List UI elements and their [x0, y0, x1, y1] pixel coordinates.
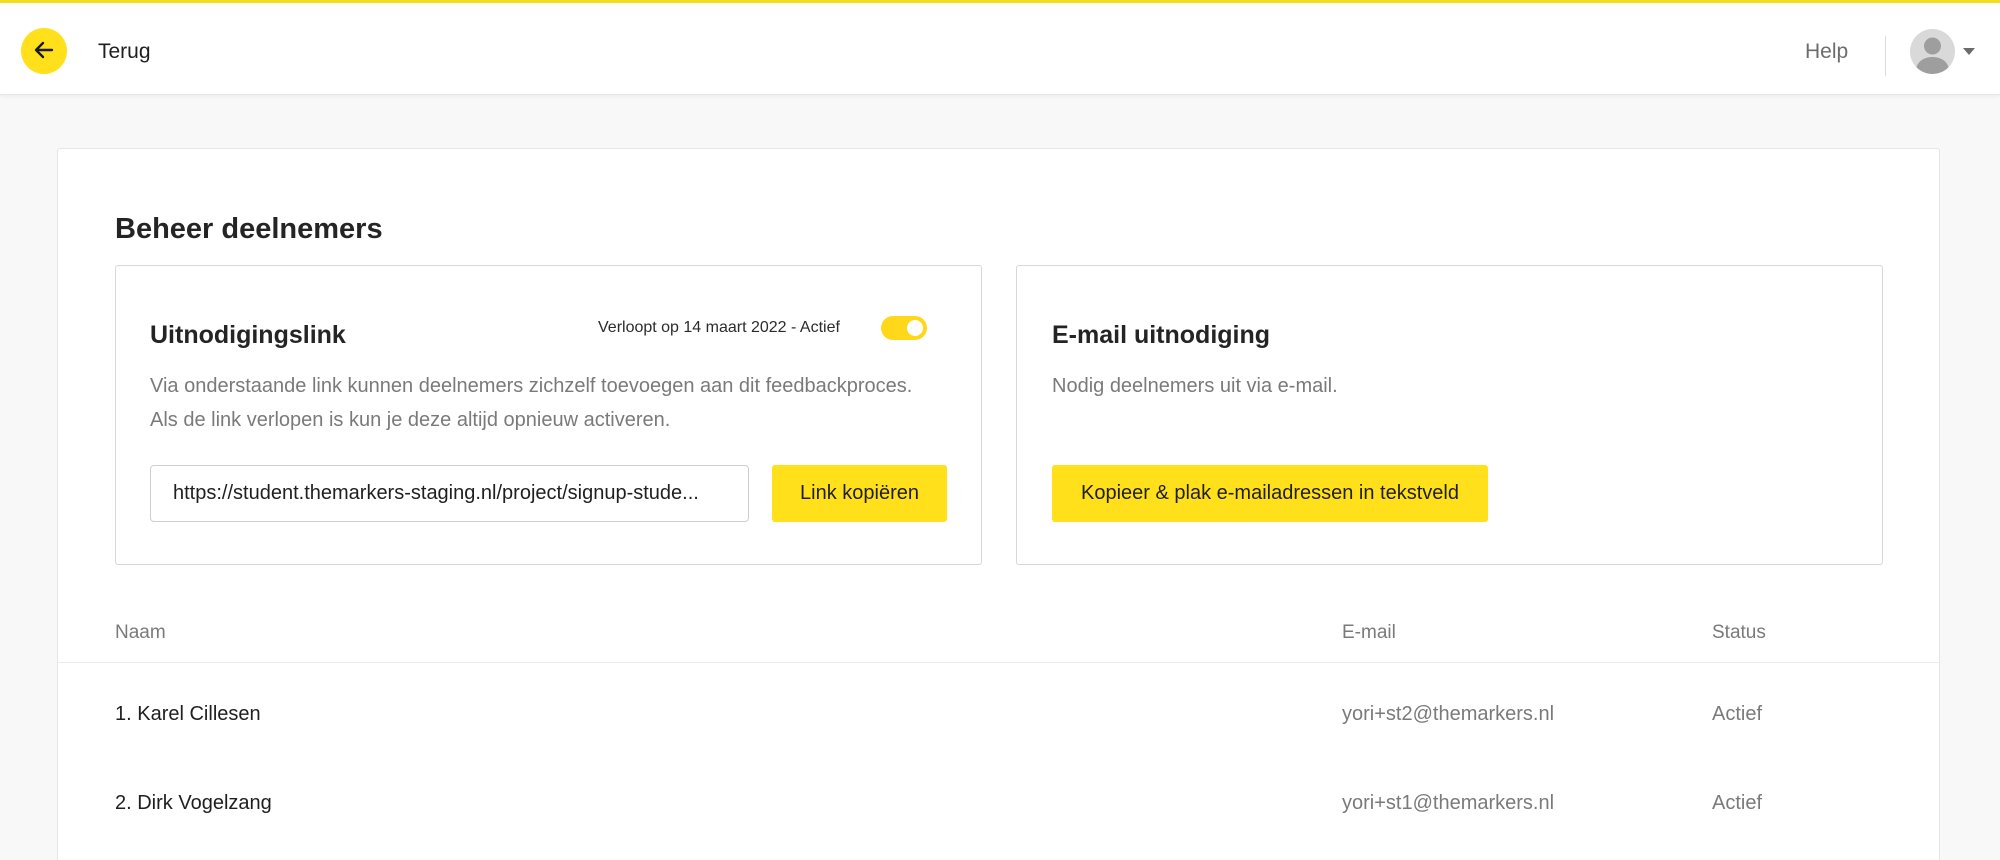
- participant-email: yori+st1@themarkers.nl: [1342, 792, 1555, 814]
- invite-link-description-2: Als de link verlopen is kun je deze alti…: [150, 409, 671, 431]
- column-header-email[interactable]: E-mail: [1342, 622, 1396, 644]
- copy-link-button[interactable]: Link kopiëren: [772, 465, 947, 522]
- chevron-down-icon[interactable]: [1963, 48, 1975, 55]
- paste-emails-button[interactable]: Kopieer & plak e-mailadressen in tekstve…: [1052, 465, 1488, 522]
- invite-url-field[interactable]: https://student.themarkers-staging.nl/pr…: [150, 465, 749, 522]
- user-avatar-icon[interactable]: [1910, 29, 1955, 74]
- participant-name: 1. Karel Cillesen: [115, 703, 261, 725]
- back-button[interactable]: [21, 28, 67, 74]
- back-label[interactable]: Terug: [98, 40, 151, 64]
- column-header-name[interactable]: Naam: [115, 622, 166, 644]
- invite-link-description-1: Via onderstaande link kunnen deelnemers …: [150, 375, 913, 397]
- invite-link-title: Uitnodigingslink: [150, 321, 346, 349]
- help-link[interactable]: Help: [1805, 40, 1848, 64]
- participant-status: Actief: [1712, 792, 1763, 814]
- email-invite-description: Nodig deelnemers uit via e-mail.: [1052, 375, 1338, 397]
- link-expiry-status: Verloopt op 14 maart 2022 - Actief: [598, 319, 840, 336]
- table-header-divider: [58, 662, 1939, 663]
- column-header-status[interactable]: Status: [1712, 622, 1766, 644]
- email-invite-title: E-mail uitnodiging: [1052, 321, 1271, 349]
- top-header: Terug Help: [0, 3, 2000, 95]
- participant-status: Actief: [1712, 703, 1763, 725]
- participant-email: yori+st2@themarkers.nl: [1342, 703, 1555, 725]
- link-active-toggle[interactable]: [881, 316, 927, 340]
- participant-name: 2. Dirk Vogelzang: [115, 792, 272, 814]
- arrow-left-icon: [33, 39, 55, 64]
- toggle-knob: [907, 320, 923, 336]
- page-title: Beheer deelnemers: [115, 213, 383, 245]
- header-divider: [1885, 36, 1886, 76]
